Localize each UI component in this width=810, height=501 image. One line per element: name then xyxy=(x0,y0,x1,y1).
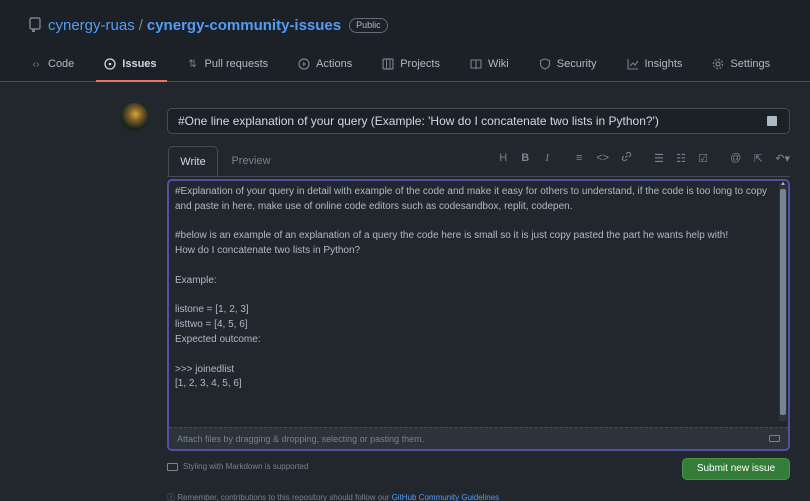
tab-settings[interactable]: Settings xyxy=(710,50,772,78)
task-list-icon[interactable]: ☑ xyxy=(698,152,708,165)
undo-icon[interactable]: ↶▾ xyxy=(775,152,790,165)
tab-security[interactable]: Security xyxy=(537,50,599,78)
tab-label: Code xyxy=(48,58,75,70)
tab-label: Security xyxy=(556,58,597,70)
graph-icon xyxy=(626,58,639,70)
editor-header: Write Preview H B I ≡ <> ☰ ☷ ☑ @ ⇱ ↶▾ xyxy=(167,141,790,177)
issue-opened-icon xyxy=(104,58,116,70)
play-icon xyxy=(298,58,310,70)
mention-icon[interactable]: @ xyxy=(730,152,741,164)
tab-label: Pull requests xyxy=(204,58,269,70)
tab-insights[interactable]: Insights xyxy=(625,50,685,78)
issue-title-value: #One line explanation of your query (Exa… xyxy=(178,114,659,128)
issue-body-editor[interactable]: #Explanation of your query in detail wit… xyxy=(167,179,790,451)
scrollbar[interactable] xyxy=(779,183,787,421)
tab-wiki[interactable]: Wiki xyxy=(468,50,511,78)
repo-icon xyxy=(29,17,41,32)
repo-separator: / xyxy=(138,16,143,34)
repo-title: cynergy-ruas / cynergy-community-issues … xyxy=(28,14,388,36)
quote-icon[interactable]: ≡ xyxy=(574,152,584,164)
scroll-up-arrow-icon[interactable]: ▲ xyxy=(779,181,787,187)
saved-replies-icon[interactable] xyxy=(767,116,777,126)
issue-title-input[interactable]: #One line explanation of your query (Exa… xyxy=(167,108,790,134)
tab-projects[interactable]: Projects xyxy=(380,50,442,78)
markdown-hint[interactable]: Styling with Markdown is supported xyxy=(167,462,308,471)
markdown-icon xyxy=(769,435,780,442)
book-icon xyxy=(470,58,482,70)
heading-icon[interactable]: H xyxy=(498,152,508,164)
ordered-list-icon[interactable]: ☷ xyxy=(676,152,686,165)
tab-label: Actions xyxy=(316,58,353,70)
tab-actions[interactable]: Actions xyxy=(296,50,354,78)
tab-label: Settings xyxy=(730,58,771,70)
table-icon xyxy=(382,58,394,70)
community-guidelines-link[interactable]: GitHub Community Guidelines xyxy=(392,493,500,501)
toolbar-divider xyxy=(167,176,790,177)
link-icon[interactable] xyxy=(621,151,632,165)
info-icon: ⓘ xyxy=(167,493,178,501)
attach-files-bar[interactable]: Attach files by dragging & dropping, sel… xyxy=(169,427,788,449)
tab-label: Wiki xyxy=(487,58,509,70)
markdown-icon xyxy=(167,462,178,471)
contribution-reminder: ⓘ Remember, contributions to this reposi… xyxy=(167,492,499,501)
unordered-list-icon[interactable]: ☰ xyxy=(654,152,664,165)
editor-footer: Styling with Markdown is supported Submi… xyxy=(167,458,790,480)
issue-body-textarea[interactable]: #Explanation of your query in detail wit… xyxy=(169,181,779,427)
visibility-badge: Public xyxy=(349,17,388,33)
bold-icon[interactable]: B xyxy=(520,152,530,164)
avatar[interactable] xyxy=(120,103,148,131)
repo-name-link[interactable]: cynergy-community-issues xyxy=(147,17,341,34)
tab-code[interactable]: ‹› Code xyxy=(28,50,76,78)
shield-icon xyxy=(539,58,551,70)
reminder-text: Remember, contributions to this reposito… xyxy=(177,493,392,501)
markdown-hint-text: Styling with Markdown is supported xyxy=(183,462,309,471)
code-icon: ‹› xyxy=(32,58,40,70)
repo-nav-tabs: ‹› Code Issues ⇅ Pull requests Actions P… xyxy=(28,50,798,82)
tab-issues[interactable]: Issues xyxy=(96,50,167,82)
repo-owner-link[interactable]: cynergy-ruas xyxy=(48,17,135,34)
attach-files-hint: Attach files by dragging & dropping, sel… xyxy=(177,434,425,444)
italic-icon[interactable]: I xyxy=(542,152,552,164)
repo-header: cynergy-ruas / cynergy-community-issues … xyxy=(0,0,810,82)
pull-request-icon: ⇅ xyxy=(188,58,197,70)
submit-new-issue-button[interactable]: Submit new issue xyxy=(682,458,790,480)
cross-reference-icon[interactable]: ⇱ xyxy=(753,152,763,165)
tab-preview[interactable]: Preview xyxy=(231,146,271,177)
tab-label: Projects xyxy=(400,58,440,70)
gear-icon xyxy=(712,58,724,70)
tab-pull-requests[interactable]: ⇅ Pull requests xyxy=(185,50,271,78)
tab-label: Insights xyxy=(644,58,683,70)
tab-label: Issues xyxy=(122,58,157,70)
tab-write[interactable]: Write xyxy=(168,146,218,177)
formatting-toolbar: H B I ≡ <> ☰ ☷ ☑ @ ⇱ ↶▾ xyxy=(486,150,790,166)
scrollbar-thumb[interactable] xyxy=(780,189,786,415)
code-icon[interactable]: <> xyxy=(596,152,609,164)
